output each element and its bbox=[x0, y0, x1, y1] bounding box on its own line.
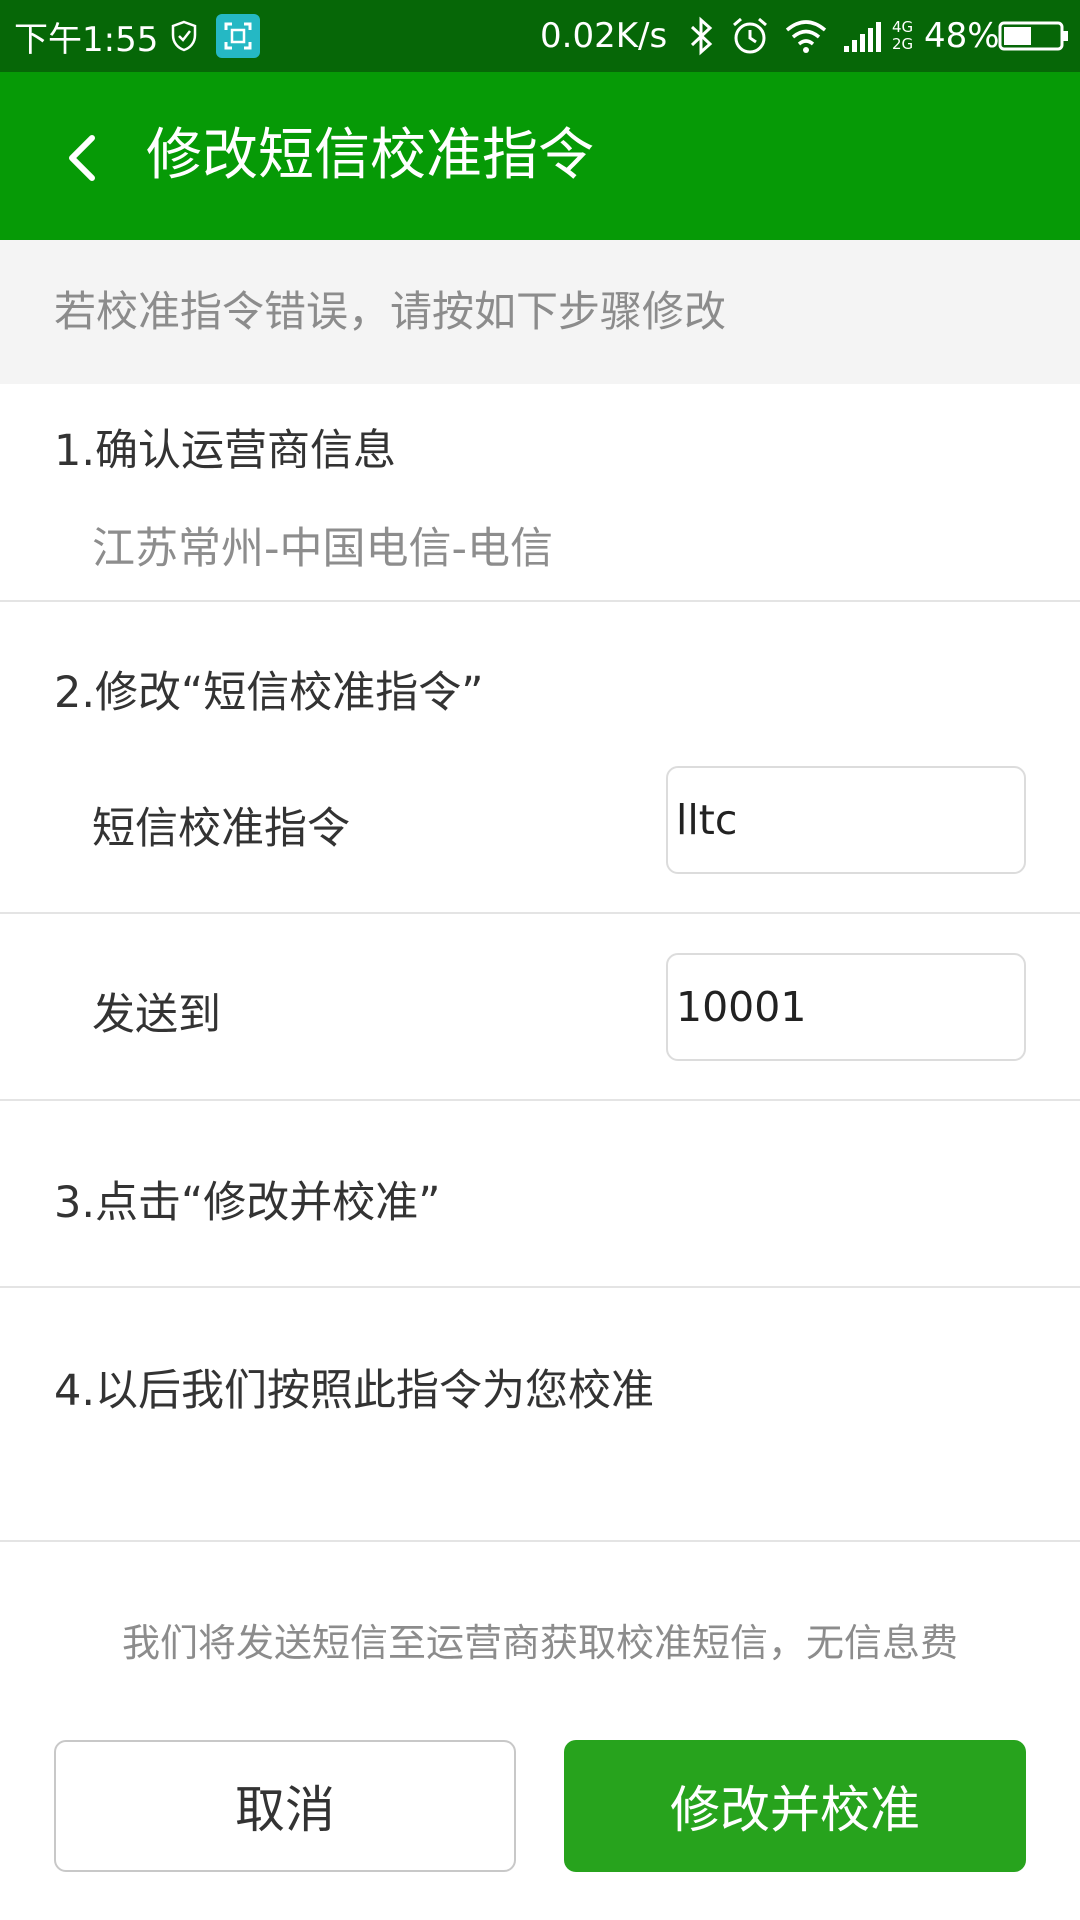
back-arrow-icon bbox=[69, 135, 95, 181]
hint-bar: 若校准指令错误，请按如下步骤修改 bbox=[0, 240, 1080, 384]
hint-text: 若校准指令错误，请按如下步骤修改 bbox=[54, 287, 727, 336]
confirm-button[interactable]: 修改并校准 bbox=[564, 1740, 1026, 1872]
send-to-label: 发送到 bbox=[92, 990, 221, 1040]
status-time: 下午1:55 bbox=[14, 19, 159, 60]
carrier-info: 江苏常州-中国电信-电信 bbox=[92, 524, 554, 574]
step2-title: 2.修改“短信校准指令” bbox=[54, 668, 484, 718]
bluetooth-icon bbox=[686, 0, 716, 72]
divider bbox=[0, 1540, 1080, 1542]
page-title: 修改短信校准指令 bbox=[146, 123, 594, 188]
divider bbox=[0, 600, 1080, 602]
battery-percent: 48% bbox=[924, 16, 1000, 56]
command-label: 短信校准指令 bbox=[92, 804, 350, 854]
back-button[interactable] bbox=[40, 116, 124, 200]
net-speed: 0.02K/s bbox=[540, 16, 668, 56]
scan-icon bbox=[216, 0, 260, 72]
step4-title: 4.以后我们按照此指令为您校准 bbox=[54, 1366, 655, 1416]
wifi-icon bbox=[784, 0, 828, 72]
battery-icon bbox=[998, 0, 1070, 72]
alarm-icon bbox=[730, 0, 770, 72]
send-to-input[interactable] bbox=[666, 953, 1026, 1061]
status-bar: 下午1:55 0.02K/s 4G 2G 48% bbox=[0, 0, 1080, 72]
fee-notice: 我们将发送短信至运营商获取校准短信，无信息费 bbox=[121, 1621, 958, 1665]
shield-icon bbox=[170, 0, 198, 72]
network-type-bottom: 2G bbox=[892, 35, 914, 53]
divider bbox=[0, 1099, 1080, 1101]
network-type: 4G 2G bbox=[892, 0, 913, 72]
command-input[interactable] bbox=[666, 766, 1026, 874]
divider bbox=[0, 1286, 1080, 1288]
step3-title: 3.点击“修改并校准” bbox=[54, 1178, 441, 1228]
signal-icon bbox=[844, 0, 890, 72]
step1-title: 1.确认运营商信息 bbox=[54, 426, 397, 476]
cancel-button[interactable]: 取消 bbox=[54, 1740, 516, 1872]
app-bar: 修改短信校准指令 bbox=[0, 72, 1080, 240]
network-type-top: 4G bbox=[892, 18, 914, 36]
divider bbox=[0, 912, 1080, 914]
